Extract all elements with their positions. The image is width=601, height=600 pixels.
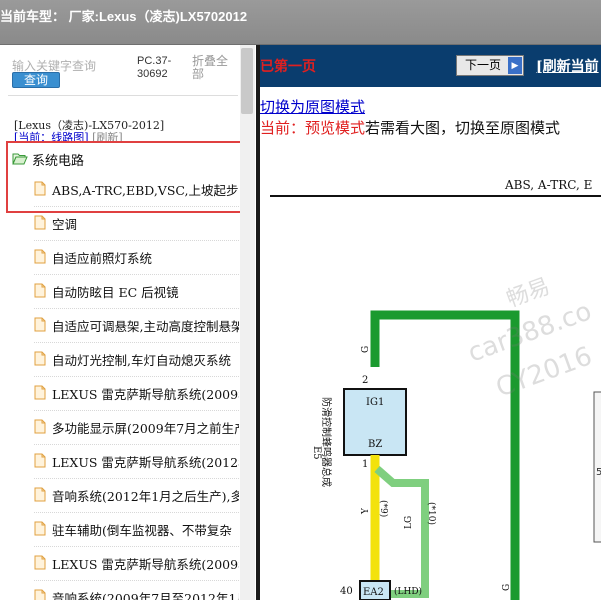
refresh-current-link[interactable]: [刷新当前 [536, 56, 599, 76]
tree-item-label: 自适应前照灯系统 [52, 251, 153, 266]
document-icon [34, 487, 46, 502]
sidebar-scrollbar-thumb[interactable] [241, 48, 253, 114]
tree-item[interactable]: LEXUS 雷克萨斯导航系统(2012年 [34, 444, 239, 479]
tree-item-label: 多功能显示屏(2009年7月之前生产 [52, 421, 239, 436]
pin2-label: 2 [362, 375, 368, 386]
first-page-indicator: 已第一页 [260, 59, 316, 75]
pin-ig1-label: IG1 [366, 397, 384, 408]
wire-g2-label: G [502, 584, 512, 591]
pin1-label: 1 [362, 459, 368, 470]
component-code: E5 [311, 446, 322, 460]
document-icon [34, 453, 46, 468]
tree-item-label: ABS,A-TRC,EBD,VSC,上坡起步辅 [52, 183, 239, 198]
pin-bz-label: BZ [368, 439, 382, 450]
tree-item-label: 空调 [52, 217, 78, 232]
component-name: 防滑控制蜂鸣器总成 [320, 397, 333, 487]
side-label-5: 5 [596, 467, 601, 478]
current-mode-text: 当前：预览模式若需看大图，切换至原图模式 [260, 117, 560, 138]
tree-item[interactable]: LEXUS 雷克萨斯导航系统(2009年 [34, 376, 239, 411]
wire-g-label: G [361, 346, 371, 353]
tree-item[interactable]: 多功能显示屏(2009年7月之前生产 [34, 410, 239, 445]
wiring-diagram: ABS, A-TRC, E 5 G 2 IG1 BZ 防滑控制蜂鸣器总成 E5 … [270, 178, 601, 600]
document-icon [34, 215, 46, 230]
tree-item-label: 自动防眩目 EC 后视镜 [52, 285, 179, 300]
tree-item[interactable]: 驻车辅助(倒车监视器、不带复杂 [34, 512, 239, 547]
arrow-right-icon: ▶ [508, 57, 522, 74]
tree-item[interactable]: LEXUS 雷克萨斯导航系统(2009年 [34, 546, 239, 581]
next-page-button[interactable]: 下一页 ▶ [456, 55, 524, 76]
document-icon [34, 521, 46, 536]
document-icon [34, 555, 46, 570]
current-mode-hint: 若需看大图，切换至原图模式 [365, 119, 561, 137]
tree-item-label: 驻车辅助(倒车监视器、不带复杂 [52, 523, 232, 538]
switch-original-mode-link[interactable]: 切换为原图模式 [260, 96, 365, 117]
tree-item-label: LEXUS 雷克萨斯导航系统(2012年 [52, 455, 239, 470]
document-icon [34, 419, 46, 434]
connector-pin: 40 [340, 586, 353, 597]
tree-item-label: LEXUS 雷克萨斯导航系统(2009年 [52, 387, 239, 402]
watermark: 畅易 car388.co CY2016 [464, 274, 596, 403]
tree-item-label: LEXUS 雷克萨斯导航系统(2009年 [52, 557, 239, 572]
wire-light-green [374, 465, 429, 598]
tree-item[interactable]: 音响系统(2012年1月之后生产),多 [34, 478, 239, 513]
note-9-label: (*9) [378, 500, 389, 517]
viewer-toolbar: 已第一页 下一页 ▶ [刷新当前 [260, 45, 601, 87]
tree-item[interactable]: 音响系统(2009年7月至2012年1月 [34, 580, 239, 600]
pc-code: PC.37-30692 [137, 55, 172, 80]
tree-item-label: 音响系统(2009年7月至2012年1月 [52, 591, 239, 600]
document-icon [34, 351, 46, 366]
diagram-header: ABS, A-TRC, E [504, 178, 592, 192]
watermark-text-1: 畅易 [504, 274, 554, 313]
document-icon [34, 385, 46, 400]
window-title: 当前车型： 厂家:Lexus（凌志)LX5702012 [0, 9, 248, 24]
sidebar: 输入关键字查询 查询 PC.37-30692 折叠全部 [Lexus（凌志)-L… [0, 45, 256, 600]
search-button[interactable]: 查询 [12, 72, 60, 88]
tree-item-label: 自动灯光控制,车灯自动熄灭系统 [52, 353, 231, 368]
wire-y-label: Y [361, 507, 371, 515]
sidebar-scrollbar[interactable] [240, 45, 255, 600]
tree-item-label: 自适应可调悬架,主动高度控制悬架 [52, 319, 239, 334]
viewer-panel: 已第一页 下一页 ▶ [刷新当前 切换为原图模式 当前：预览模式若需看大图，切换… [260, 45, 601, 600]
title-bar: 当前车型： 厂家:Lexus（凌志)LX5702012 [0, 0, 601, 44]
collapse-all-link[interactable]: 折叠全部 [192, 55, 232, 81]
connector-label: EA2 [363, 587, 384, 598]
tree-item[interactable]: ABS,A-TRC,EBD,VSC,上坡起步辅 [34, 172, 239, 207]
next-page-label: 下一页 [465, 58, 502, 72]
document-icon [34, 589, 46, 600]
current-mode-value: 预览模式 [305, 119, 366, 137]
sidebar-divider [8, 95, 238, 96]
tree-item[interactable]: 自动灯光控制,车灯自动熄灭系统 [34, 342, 239, 377]
document-icon [34, 283, 46, 298]
wire-lg-label: LG [404, 516, 414, 529]
current-mode-prefix: 当前： [260, 119, 306, 137]
tree-item[interactable]: 空调 [34, 206, 239, 241]
tree-item[interactable]: 自适应前照灯系统 [34, 240, 239, 275]
lhd-label: (LHD) [394, 586, 422, 597]
tree-item-label: 音响系统(2012年1月之后生产),多 [52, 489, 239, 504]
document-icon [34, 317, 46, 332]
document-icon [34, 249, 46, 264]
note-10-label: (*10) [426, 502, 437, 525]
document-icon [34, 181, 46, 196]
tree-item[interactable]: 自适应可调悬架,主动高度控制悬架 [34, 308, 239, 343]
tree-item[interactable]: 自动防眩目 EC 后视镜 [34, 274, 239, 309]
